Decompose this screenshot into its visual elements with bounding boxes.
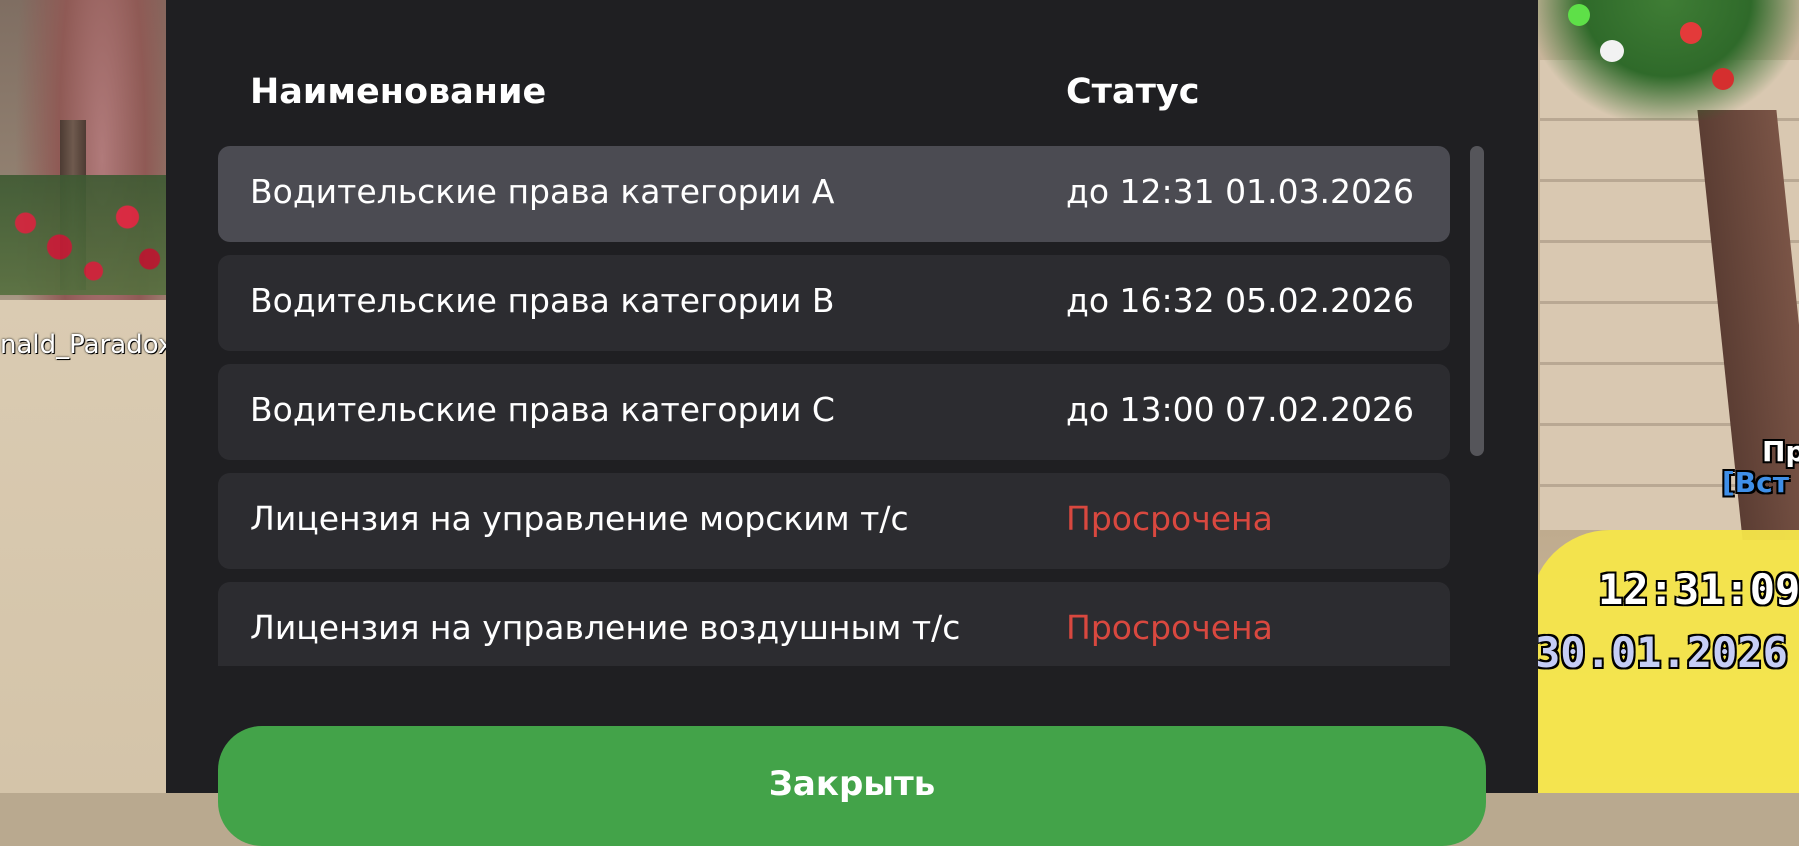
hud-label-partial: Пр (1762, 435, 1799, 468)
license-name: Водительские права категории A (250, 172, 835, 211)
garland-bauble-red (1680, 22, 1702, 44)
license-row[interactable]: Водительские права категории A до 12:31 … (218, 146, 1450, 242)
license-status: до 13:00 07.02.2026 (1066, 390, 1415, 429)
license-name: Водительские права категории B (250, 281, 835, 320)
license-row[interactable]: Лицензия на управление морским т/с Проср… (218, 473, 1450, 569)
flower-bed (0, 175, 170, 295)
licenses-list[interactable]: Водительские права категории A до 12:31 … (218, 146, 1450, 666)
hud-clock: 12:31:09 (1598, 565, 1799, 614)
garland-bauble-green (1568, 4, 1590, 26)
list-scrollbar[interactable] (1470, 146, 1484, 456)
column-header-status: Статус (1066, 72, 1200, 112)
license-name: Лицензия на управление морским т/с (250, 499, 909, 538)
license-status-expired: Просрочена (1066, 608, 1273, 647)
table-header: Наименование Статус (250, 72, 1450, 122)
hud-date: 30.01.2026 (1535, 628, 1788, 677)
license-status: до 16:32 05.02.2026 (1066, 281, 1415, 320)
license-row[interactable]: Водительские права категории B до 16:32 … (218, 255, 1450, 351)
column-header-name: Наименование (250, 72, 547, 112)
license-row[interactable]: Водительские права категории C до 13:00 … (218, 364, 1450, 460)
garland-bauble-white (1600, 40, 1624, 62)
license-name: Водительские права категории C (250, 390, 835, 429)
hud-tag-partial: [Вст (1722, 466, 1789, 499)
license-name: Лицензия на управление воздушным т/с (250, 608, 961, 647)
player-nametag: nald_Paradox (0, 330, 174, 360)
close-button[interactable]: Закрыть (218, 726, 1486, 846)
license-row[interactable]: Лицензия на управление воздушным т/с Про… (218, 582, 1450, 666)
close-button-label: Закрыть (768, 764, 936, 804)
ground-left (0, 300, 170, 793)
license-status: до 12:31 01.03.2026 (1066, 172, 1415, 211)
license-status-expired: Просрочена (1066, 499, 1273, 538)
garland-bauble-red (1712, 68, 1734, 90)
